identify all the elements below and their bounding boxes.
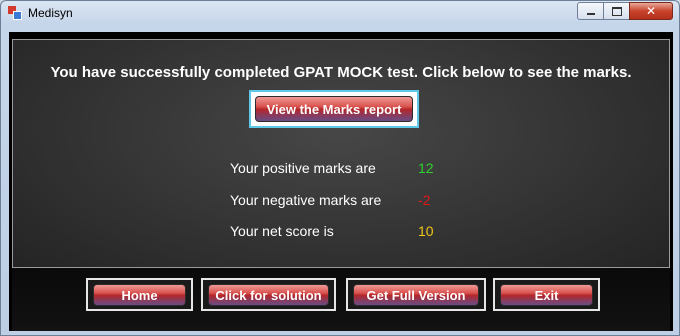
home-button[interactable]: Home — [93, 284, 186, 306]
report-button-frame: View the Marks report — [249, 90, 419, 128]
positive-marks-label: Your positive marks are — [230, 160, 376, 176]
app-icon — [8, 6, 22, 20]
exit-button[interactable]: Exit — [500, 284, 593, 306]
window-controls: ✕ — [577, 2, 673, 20]
full-version-button-frame: Get Full Version — [346, 278, 486, 311]
minimize-icon — [586, 13, 595, 15]
maximize-button[interactable] — [603, 2, 629, 20]
solution-button-frame: Click for solution — [201, 278, 336, 311]
click-for-solution-button[interactable]: Click for solution — [208, 284, 329, 306]
exit-button-frame: Exit — [493, 278, 600, 311]
maximize-icon — [611, 6, 622, 16]
client-area: You have successfully completed GPAT MOC… — [9, 32, 673, 331]
positive-marks-value: 12 — [418, 160, 434, 176]
home-button-frame: Home — [86, 278, 193, 311]
negative-marks-label: Your negative marks are — [230, 192, 382, 208]
negative-marks-value: -2 — [418, 192, 431, 208]
result-panel: You have successfully completed GPAT MOC… — [12, 39, 670, 268]
title-bar[interactable]: Medisyn ✕ — [1, 1, 679, 25]
view-marks-report-button[interactable]: View the Marks report — [255, 96, 413, 122]
app-window: Medisyn ✕ You have successfully complete… — [0, 0, 680, 336]
close-icon: ✕ — [645, 4, 657, 18]
net-score-value: 10 — [418, 223, 434, 239]
completion-message: You have successfully completed GPAT MOC… — [50, 64, 632, 81]
get-full-version-button[interactable]: Get Full Version — [353, 284, 479, 306]
minimize-button[interactable] — [577, 2, 603, 20]
net-score-label: Your net score is — [230, 223, 334, 239]
close-button[interactable]: ✕ — [629, 2, 673, 20]
footer-bar: Home Click for solution Get Full Version… — [12, 268, 670, 331]
window-title: Medisyn — [28, 6, 73, 20]
